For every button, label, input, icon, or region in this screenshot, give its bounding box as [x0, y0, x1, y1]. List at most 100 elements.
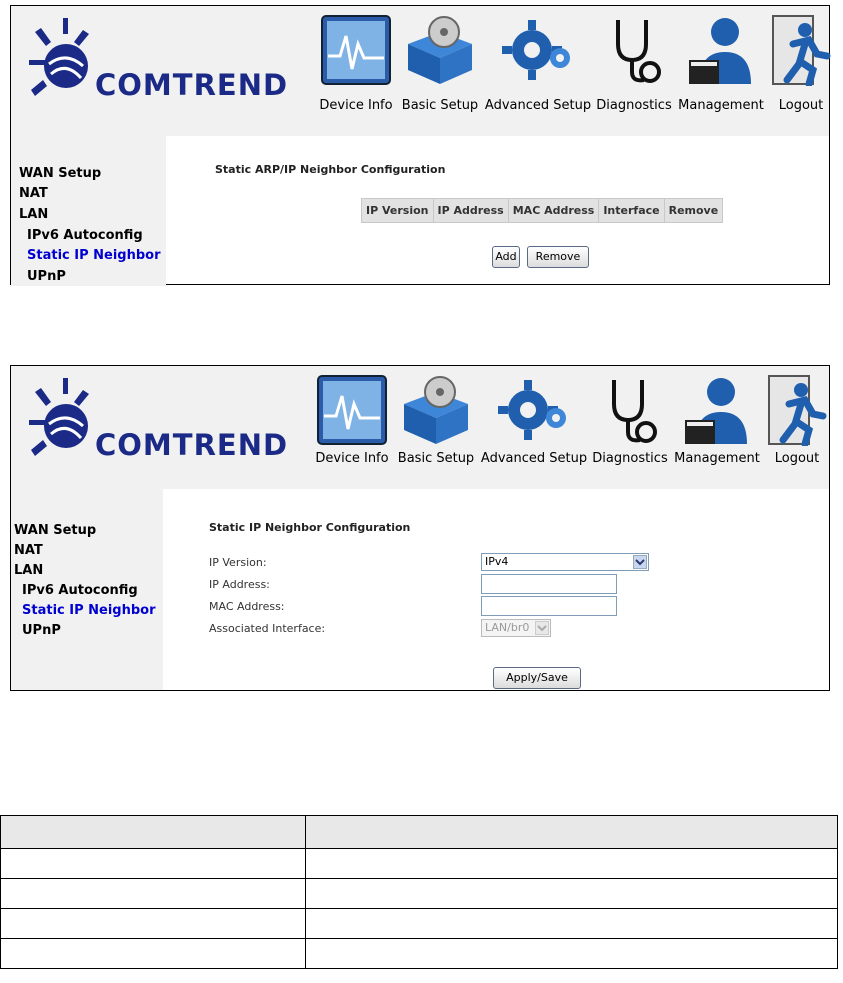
header: COMTREND Device Info Basic Setup Advance… [11, 6, 831, 136]
sidebar-item-static-ip-neighbor[interactable]: Static IP Neighbor [22, 603, 156, 618]
table-row [0, 878, 838, 909]
nav-logout[interactable]: Logout [765, 366, 829, 490]
neighbor-table: IP Version IP Address MAC Address Interf… [361, 198, 724, 223]
stethoscope-icon [616, 20, 661, 83]
table-cell [0, 878, 306, 909]
table-row [0, 848, 838, 879]
sidebar-item-ipv6-autoconfig[interactable]: IPv6 Autoconfig [27, 228, 143, 243]
main-content: Static ARP/IP Neighbor Configuration IP … [166, 136, 829, 284]
nav-label: Logout [778, 98, 824, 113]
nav-device-info[interactable]: Device Info [313, 6, 399, 130]
nav-label: Basic Setup [401, 98, 479, 113]
management-icon [685, 378, 747, 444]
nav-diagnostics[interactable]: Diagnostics [591, 366, 669, 490]
nav-management[interactable]: Management [669, 366, 765, 490]
nav-management[interactable]: Management [673, 6, 769, 130]
column-header: IP Address [432, 198, 509, 223]
ip-version-value: IPv4 [485, 555, 509, 568]
ip-address-input[interactable] [481, 574, 617, 594]
associated-interface-select[interactable]: LAN/br0 [481, 619, 551, 637]
table-cell [305, 878, 838, 909]
table-cell [305, 938, 838, 969]
basic-setup-icon [408, 16, 472, 84]
nav-label: Advanced Setup [484, 98, 592, 113]
sidebar-item-static-ip-neighbor[interactable]: Static IP Neighbor [27, 248, 161, 263]
sidebar-item-lan[interactable]: LAN [14, 563, 43, 578]
chevron-down-icon [633, 555, 647, 569]
page-title: Static IP Neighbor Configuration [209, 521, 411, 534]
device-info-icon [321, 15, 391, 85]
add-button[interactable]: Add [492, 246, 520, 268]
logout-icon [772, 15, 831, 86]
brand-name: COMTREND [95, 68, 289, 102]
sidebar-item-wan-setup[interactable]: WAN Setup [14, 523, 96, 538]
sidebar-item-wan-setup[interactable]: WAN Setup [19, 166, 101, 181]
nav-label: Logout [774, 451, 820, 466]
sidebar-item-nat[interactable]: NAT [19, 186, 48, 201]
brand-logo: COMTREND [21, 376, 291, 466]
associated-interface-label: Associated Interface: [209, 622, 326, 635]
logout-icon [768, 375, 827, 446]
interface-value: LAN/br0 [485, 621, 530, 634]
sidebar-item-upnp[interactable]: UPnP [27, 269, 66, 284]
column-header: IP Version [361, 198, 434, 223]
parameter-table [0, 815, 838, 969]
main-content: Static IP Neighbor Configuration IP Vers… [163, 489, 829, 690]
chevron-down-icon [535, 621, 549, 635]
nav-device-info[interactable]: Device Info [309, 366, 395, 490]
nav-label: Diagnostics [596, 98, 672, 113]
table-cell [305, 815, 838, 849]
nav-label: Diagnostics [592, 451, 668, 466]
table-row [0, 938, 838, 969]
page-title: Static ARP/IP Neighbor Configuration [215, 163, 446, 176]
router-ui-screenshot-form: COMTREND Device Info Basic Setup Advance… [10, 365, 830, 691]
nav-advanced-setup[interactable]: Advanced Setup [481, 6, 595, 130]
table-cell [0, 848, 306, 879]
brand-logo: COMTREND [21, 16, 291, 106]
nav-label: Management [678, 98, 764, 113]
nav-label: Device Info [319, 98, 393, 113]
mac-address-input[interactable] [481, 596, 617, 616]
table-cell [305, 908, 838, 939]
column-header: Remove [663, 198, 724, 223]
device-info-icon [317, 375, 387, 445]
advanced-setup-icon [502, 20, 570, 80]
sunburst-logo-icon [29, 378, 89, 456]
apply-save-button[interactable]: Apply/Save [493, 667, 581, 689]
ip-version-select[interactable]: IPv4 [481, 553, 649, 571]
router-ui-screenshot-list: COMTREND Device Info Basic Setup Advance… [10, 5, 831, 286]
column-header: MAC Address [507, 198, 600, 223]
table-header-row [0, 815, 838, 849]
nav-diagnostics[interactable]: Diagnostics [595, 6, 673, 130]
nav-logout[interactable]: Logout [769, 6, 833, 130]
stethoscope-icon [612, 380, 657, 443]
mac-address-label: MAC Address: [209, 600, 285, 613]
table-cell [0, 908, 306, 939]
remove-button[interactable]: Remove [527, 246, 589, 268]
table-cell [305, 848, 838, 879]
nav-label: Management [674, 451, 760, 466]
ip-version-label: IP Version: [209, 556, 267, 569]
sidebar: WAN Setup NAT LAN IPv6 Autoconfig Static… [11, 136, 166, 286]
table-cell [0, 815, 306, 849]
brand-name: COMTREND [95, 428, 289, 462]
nav-basic-setup[interactable]: Basic Setup [399, 6, 481, 130]
ip-address-label: IP Address: [209, 578, 270, 591]
top-nav: Device Info Basic Setup Advanced Setup D… [313, 6, 833, 136]
management-icon [689, 18, 751, 84]
basic-setup-icon [404, 376, 468, 444]
sidebar-item-nat[interactable]: NAT [14, 543, 43, 558]
sidebar-item-upnp[interactable]: UPnP [22, 623, 61, 638]
top-nav: Device Info Basic Setup Advanced Setup D… [309, 366, 829, 496]
sidebar-item-lan[interactable]: LAN [19, 207, 48, 222]
sidebar-item-ipv6-autoconfig[interactable]: IPv6 Autoconfig [22, 583, 138, 598]
table-header-row: IP Version IP Address MAC Address Interf… [361, 198, 724, 223]
nav-label: Device Info [315, 451, 389, 466]
column-header: Interface [598, 198, 665, 223]
table-row [0, 908, 838, 939]
nav-basic-setup[interactable]: Basic Setup [395, 366, 477, 490]
nav-label: Basic Setup [397, 451, 475, 466]
nav-advanced-setup[interactable]: Advanced Setup [477, 366, 591, 490]
sunburst-logo-icon [29, 18, 89, 96]
table-cell [0, 938, 306, 969]
